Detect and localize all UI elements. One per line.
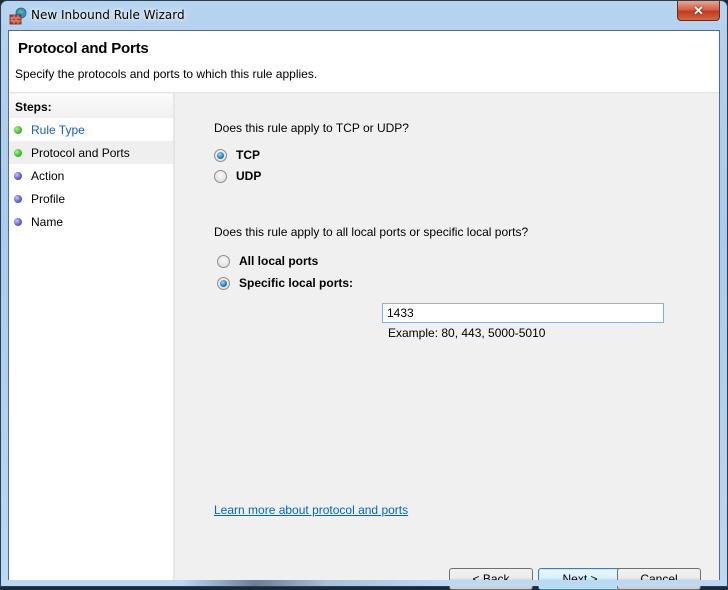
specific-ports-input[interactable] (382, 303, 664, 323)
step-label: Rule Type (31, 122, 85, 137)
step-label: Name (31, 214, 64, 229)
radio-unchecked-icon[interactable] (214, 169, 227, 183)
step-rule-type[interactable]: Rule Type (9, 118, 173, 141)
main-content: Does this rule apply to TCP or UDP? TCP … (177, 94, 719, 590)
learn-more-link[interactable]: Learn more about protocol and ports (214, 503, 408, 517)
step-label: Action (31, 168, 65, 183)
window-title: New Inbound Rule Wizard (31, 8, 185, 22)
step-profile: Profile (9, 187, 173, 210)
close-button[interactable]: ✕ (677, 1, 720, 21)
title-bar[interactable]: New Inbound Rule Wizard ✕ (1, 1, 727, 30)
radio-unchecked-icon[interactable] (217, 254, 230, 268)
step-pending-icon (14, 195, 22, 203)
ports-example-hint: Example: 80, 443, 5000-5010 (388, 326, 546, 340)
wizard-window: New Inbound Rule Wizard ✕ Protocol and P… (0, 0, 728, 590)
radio-checked-icon[interactable] (217, 276, 230, 290)
page-title: Protocol and Ports (18, 40, 149, 57)
ports-question: Does this rule apply to all local ports … (214, 225, 529, 239)
radio-udp[interactable]: UDP (214, 169, 261, 183)
step-name: Name (9, 210, 173, 233)
step-label: Protocol and Ports (31, 145, 130, 160)
radio-tcp[interactable]: TCP (214, 148, 260, 162)
wizard-header: Protocol and Ports Specify the protocols… (9, 31, 719, 93)
step-label: Profile (31, 191, 66, 206)
wizard-client-area: Protocol and Ports Specify the protocols… (8, 30, 720, 590)
step-protocol-and-ports[interactable]: Protocol and Ports (9, 141, 173, 164)
firewall-icon (9, 7, 27, 25)
radio-checked-icon[interactable] (214, 148, 227, 162)
page-subtitle: Specify the protocols and ports to which… (15, 67, 318, 81)
radio-all-local-ports[interactable]: All local ports (217, 254, 318, 268)
radio-label: TCP (236, 148, 260, 162)
close-icon: ✕ (693, 2, 704, 18)
step-current-icon (14, 149, 22, 157)
radio-label: Specific local ports: (239, 276, 354, 290)
protocol-question: Does this rule apply to TCP or UDP? (214, 121, 409, 135)
steps-heading: Steps: (9, 94, 173, 118)
steps-panel: Steps: Rule Type Protocol and Ports Acti… (9, 94, 175, 581)
radio-label: UDP (236, 169, 262, 183)
step-pending-icon (14, 172, 22, 180)
step-pending-icon (14, 218, 22, 226)
radio-label: All local ports (239, 254, 319, 268)
step-completed-icon (14, 126, 22, 134)
step-action: Action (9, 164, 173, 187)
radio-specific-local-ports[interactable]: Specific local ports: (217, 276, 353, 290)
